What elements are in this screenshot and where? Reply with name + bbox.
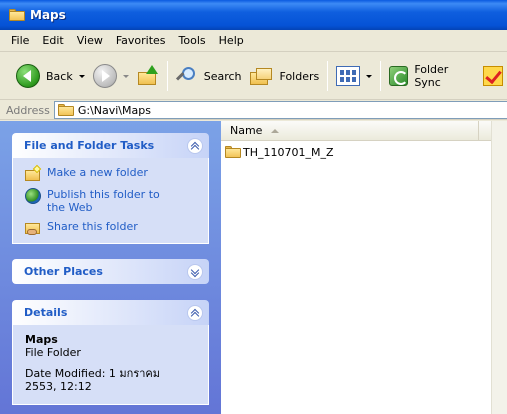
list-item[interactable]: TH_110701_M_Z (221, 144, 507, 160)
details-panel: Details Maps File Folder Date Modified: … (12, 300, 209, 405)
details-name: Maps (25, 333, 58, 346)
column-header: Name (221, 121, 507, 141)
folder-icon (57, 104, 74, 116)
checklist-icon (483, 66, 503, 86)
folder-sync-icon (389, 66, 409, 86)
column-name-label: Name (230, 124, 263, 137)
folders-icon (249, 66, 274, 86)
other-places-panel: Other Places (12, 259, 209, 284)
panel-title: File and Folder Tasks (24, 139, 155, 152)
address-label: Address (6, 103, 50, 117)
window-title: Maps (30, 8, 66, 22)
search-icon (175, 65, 198, 87)
folder-sync-label: Folder Sync (414, 63, 449, 89)
menu-bar: File Edit View Favorites Tools Help (0, 30, 507, 52)
details-panel-body: Maps File Folder Date Modified: 1 มกราคม… (12, 325, 209, 405)
up-folder-icon (137, 65, 159, 87)
collapse-icon[interactable] (187, 137, 203, 154)
new-folder-icon (25, 164, 42, 182)
menu-favorites[interactable]: Favorites (109, 34, 172, 47)
folder-icon (9, 9, 25, 21)
back-label: Back (46, 69, 73, 83)
details-type: File Folder (25, 346, 81, 359)
task-pane: File and Folder Tasks Make a new folder … (0, 121, 221, 414)
panel-title: Other Places (24, 265, 103, 278)
other-places-header[interactable]: Other Places (12, 259, 209, 284)
menu-help[interactable]: Help (212, 34, 250, 47)
file-name: TH_110701_M_Z (243, 145, 334, 159)
forward-dropdown-icon[interactable] (122, 74, 129, 78)
vertical-scrollbar[interactable] (491, 121, 507, 414)
views-icon (336, 66, 361, 86)
tasks-panel-body: Make a new folder Publish this folder to… (12, 158, 209, 244)
title-bar[interactable]: Maps (0, 0, 507, 30)
folders-label: Folders (279, 69, 320, 83)
views-dropdown-icon[interactable] (366, 74, 373, 78)
toolbar: Back Search Folders Folder Sync (0, 53, 507, 100)
address-value: G:\Navi\Maps (77, 103, 151, 117)
task-label: Make a new folder (47, 166, 148, 179)
address-bar: Address G:\Navi\Maps (0, 101, 507, 120)
globe-icon (25, 188, 41, 204)
forward-button[interactable] (89, 59, 133, 93)
details-date-modified: Date Modified: 1 มกราคม 2553, 12:12 (25, 367, 161, 393)
menu-tools[interactable]: Tools (172, 34, 212, 47)
views-button[interactable] (332, 59, 376, 93)
share-folder-icon (25, 220, 41, 236)
task-label: Publish this folder to the Web (47, 188, 160, 214)
back-dropdown-icon[interactable] (78, 74, 85, 78)
menu-edit[interactable]: Edit (35, 34, 69, 47)
toolbar-separator (380, 61, 382, 91)
file-folder-tasks-header[interactable]: File and Folder Tasks (12, 133, 209, 158)
column-header-name[interactable]: Name (221, 121, 479, 140)
search-label: Search (203, 69, 242, 83)
task-publish-to-web[interactable]: Publish this folder to the Web (25, 188, 198, 214)
menu-view[interactable]: View (70, 34, 109, 47)
expand-icon[interactable] (187, 263, 203, 280)
file-list-pane: Name TH_110701_M_Z (221, 121, 507, 414)
forward-arrow-icon (92, 64, 117, 88)
folders-button[interactable]: Folders (246, 59, 324, 93)
collapse-icon[interactable] (187, 304, 203, 321)
sort-ascending-icon (271, 128, 280, 133)
address-input[interactable]: G:\Navi\Maps (53, 101, 507, 119)
folder-icon (225, 146, 241, 158)
details-header[interactable]: Details (12, 300, 209, 325)
search-button[interactable]: Search (172, 59, 246, 93)
task-make-new-folder[interactable]: Make a new folder (25, 164, 198, 182)
up-button[interactable] (133, 59, 163, 93)
task-label: Share this folder (47, 220, 138, 233)
back-arrow-icon (16, 64, 40, 88)
task-share-folder[interactable]: Share this folder (25, 220, 198, 236)
toolbar-separator (327, 61, 329, 91)
menu-file[interactable]: File (4, 34, 35, 47)
checklist-button[interactable] (479, 59, 507, 93)
folder-sync-button[interactable]: Folder Sync (385, 59, 479, 93)
panel-title: Details (24, 306, 68, 319)
toolbar-separator (166, 61, 168, 91)
back-button[interactable]: Back (12, 59, 89, 93)
file-folder-tasks-panel: File and Folder Tasks Make a new folder … (12, 133, 209, 244)
